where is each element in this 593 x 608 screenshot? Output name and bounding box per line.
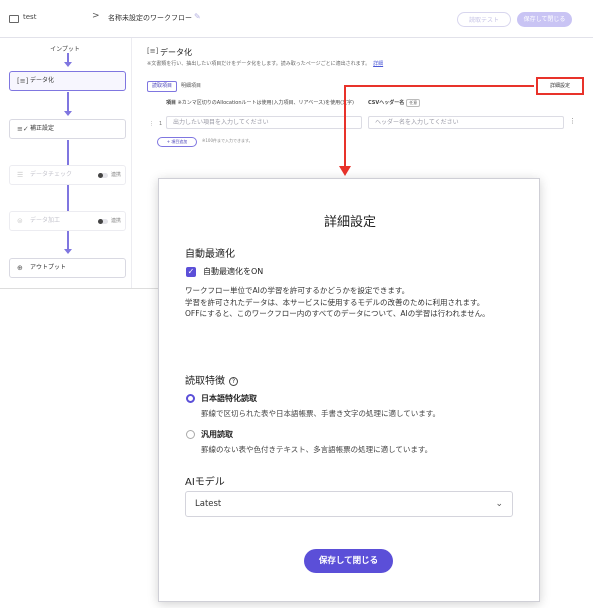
column-header-item: 項目 ※カンマ区切りのAIlocationルートは使用(入力項目、リアベース)を… <box>166 99 354 106</box>
flow-node-label: アウトプット <box>30 264 67 271</box>
optional-badge: 任意 <box>406 99 421 107</box>
csv-header-input[interactable]: ヘッダー名を入力してください <box>368 116 564 129</box>
scan-icon: [≡] <box>17 77 29 85</box>
save-close-button[interactable]: 保存して閉じる <box>304 549 393 573</box>
flow-node-output[interactable]: ⊕ アウトプット <box>9 258 126 278</box>
description-line: 学習を許可されたデータは、本サービスに使用するモデルの改善のために利用されます。 <box>185 297 485 307</box>
divider <box>0 288 158 289</box>
add-item-button[interactable]: + 項目追加 <box>157 137 197 147</box>
radio-general-label[interactable]: 汎用読取 <box>201 429 233 440</box>
auto-optimization-heading: 自動最適化 <box>185 249 235 260</box>
column-header-csv: CSVヘッダー名 任意 <box>368 99 421 107</box>
flow-arrow-icon <box>64 111 72 116</box>
column-item-label: 項目 <box>166 100 177 106</box>
input-label: インプット <box>50 46 80 53</box>
row-number: 1 <box>159 121 163 127</box>
download-icon: ⊕ <box>17 264 23 272</box>
toggle-label: 連携 <box>111 218 122 224</box>
annotation-arrow-head <box>339 166 351 176</box>
header-save-close-button[interactable]: 保存して閉じる <box>517 12 572 27</box>
radio-general-description: 罫線のない表や色付きテキスト、多言語帳票の処理に適しています。 <box>201 445 433 454</box>
detail-settings-button[interactable]: 詳細設定 <box>536 77 584 95</box>
datacheck-toggle[interactable] <box>98 173 108 178</box>
breadcrumb-folder[interactable]: test <box>23 13 36 21</box>
flow-node-label: データ加工 <box>30 217 61 224</box>
drag-handle-icon[interactable]: ⋮ <box>149 121 154 127</box>
radio-japanese-description: 罫線で区切られた表や日本語帳票、手書き文字の処理に適しています。 <box>201 409 441 418</box>
process-icon: ⊜ <box>17 217 23 225</box>
column-csv-label: CSVヘッダー名 <box>368 100 405 106</box>
workflow-title: 名称未設定のワークフロー <box>108 14 192 22</box>
flow-node-label: データ化 <box>30 77 55 84</box>
auto-optimization-label[interactable]: 自動最適化をON <box>203 266 263 277</box>
section-description-text: ※文書類を行い、抽出したい項目だけをデータ化をします。読み取ったページごとに適出… <box>147 61 371 67</box>
ai-model-heading: AIモデル <box>185 477 225 488</box>
edit-list-icon: ≡✓ <box>17 125 29 133</box>
radio-japanese-label[interactable]: 日本語特化読取 <box>201 393 257 404</box>
workflow-flow-panel: インプット [≡] データ化 ≡✓ 補正設定 ☰ データチェック 連携 ⊜ デー… <box>0 38 130 288</box>
flow-node-label: 補正設定 <box>30 125 55 132</box>
detail-link[interactable]: 詳細 <box>373 61 383 67</box>
annotation-arrow-line <box>344 86 346 168</box>
flow-node-dataprocess[interactable]: ⊜ データ加工 連携 <box>9 211 126 231</box>
chevron-down-icon: ⌄ <box>495 499 503 509</box>
help-icon[interactable]: ? <box>229 377 238 386</box>
radio-general-reading[interactable] <box>186 430 195 439</box>
auto-optimization-description: ワークフロー単位でAIの学習を許可するかどうかを設定できます。 学習を許可された… <box>185 285 525 320</box>
add-item-hint: ※100件まで入力できます。 <box>202 138 253 143</box>
ai-model-value: Latest <box>195 499 222 509</box>
toggle-label: 連携 <box>111 172 122 178</box>
description-line: OFFにすると、このワークフロー内のすべてのデータについて、AIの学習は行われま… <box>185 309 490 318</box>
chevron-right-icon: > <box>92 11 100 21</box>
pencil-icon[interactable]: ✎ <box>194 12 201 21</box>
flow-arrow-icon <box>64 62 72 67</box>
flow-arrow-icon <box>64 249 72 254</box>
flow-node-datafy[interactable]: [≡] データ化 <box>9 71 126 91</box>
modal-title: 詳細設定 <box>323 215 376 230</box>
item-name-input[interactable]: 出力したい項目を入力してください <box>166 116 362 129</box>
radio-japanese-reading[interactable] <box>186 394 195 403</box>
section-title: データ化 <box>160 48 192 57</box>
auto-optimization-checkbox[interactable]: ✓ <box>186 267 196 277</box>
scan-icon: [≡] <box>147 47 159 55</box>
row-menu-icon[interactable]: ⋮ <box>569 117 576 125</box>
detail-settings-modal: 詳細設定 自動最適化 ✓ 自動最適化をON ワークフロー単位でAIの学習を許可す… <box>158 178 540 602</box>
top-bar: test > 名称未設定のワークフロー ✎ 読取テスト 保存して閉じる <box>0 0 593 38</box>
dataprocess-toggle[interactable] <box>98 219 108 224</box>
ai-model-select[interactable]: Latest ⌄ <box>185 491 513 517</box>
folder-icon[interactable] <box>9 15 19 23</box>
reading-feature-heading: 読取特徴? <box>185 372 238 387</box>
tab-detail-items[interactable]: 明細項目 <box>176 81 206 92</box>
flow-node-datacheck[interactable]: ☰ データチェック 連携 <box>9 165 126 185</box>
flow-node-label: データチェック <box>30 171 73 178</box>
tab-read-items[interactable]: 読取項目 <box>147 81 178 92</box>
flow-connector <box>67 140 69 250</box>
flow-connector <box>67 92 69 112</box>
description-line: ワークフロー単位でAIの学習を許可するかどうかを設定できます。 <box>185 286 410 295</box>
checklist-icon: ☰ <box>17 171 24 179</box>
reading-feature-title: 読取特徴 <box>185 376 225 387</box>
annotation-arrow-line <box>344 85 534 87</box>
test-read-button[interactable]: 読取テスト <box>457 12 511 27</box>
flow-node-correction[interactable]: ≡✓ 補正設定 <box>9 119 126 139</box>
column-item-note: ※カンマ区切りのAIlocationルートは使用(入力項目、リアベース)を使用(… <box>177 100 354 106</box>
section-description: ※文書類を行い、抽出したい項目だけをデータ化をします。読み取ったページごとに適出… <box>147 60 383 67</box>
